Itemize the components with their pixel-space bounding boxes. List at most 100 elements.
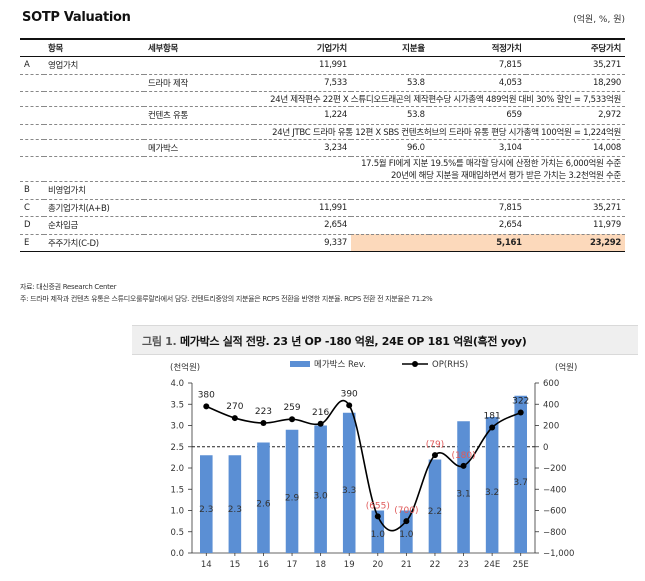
op-point	[317, 420, 324, 427]
right-tick-label: −600	[543, 507, 566, 517]
bar-label: 2.3	[199, 505, 213, 515]
row-item: 주주가치(C-D)	[48, 238, 99, 249]
op-point	[231, 415, 238, 422]
bar-rev	[342, 412, 356, 553]
op-label: 259	[283, 403, 300, 413]
bar-label: 3.3	[342, 486, 356, 496]
row-item	[44, 74, 144, 92]
row-note: 24년 JTBC 드라마 유통 12편 X SBS 컨텐츠허브의 드라마 유통 …	[272, 127, 621, 138]
op-label: 270	[226, 402, 243, 412]
left-tick-label: 2.0	[170, 464, 184, 474]
right-tick-label: −1,000	[543, 549, 574, 559]
bar-rev	[285, 429, 299, 553]
row-id: D	[24, 220, 31, 231]
row-value: 3,234	[324, 142, 347, 153]
row-id	[20, 107, 44, 125]
row-id	[20, 74, 44, 92]
x-tick-label: 19	[344, 560, 355, 570]
header-stake: 지분율	[402, 44, 425, 54]
x-tick-label: 20	[372, 560, 383, 570]
row-stake	[351, 199, 429, 217]
op-label: (79)	[426, 440, 444, 450]
left-tick-label: 1.5	[170, 485, 184, 495]
op-label: 223	[255, 407, 272, 417]
row-note-line: 20년에 해당 지분을 재매입하면서 평가 받은 가치는 3.2천억원 수준	[390, 171, 621, 181]
x-tick-label: 14	[201, 560, 212, 570]
figure-title-text: 메가박스 실적 전망. 23 년 OP -180 억원, 24E OP 181 …	[179, 335, 527, 348]
right-axis-label: (억원)	[555, 362, 577, 373]
left-tick-label: 1.0	[170, 507, 184, 517]
row-stake	[351, 217, 429, 235]
row-sub: 드라마 제작	[148, 78, 189, 89]
op-point	[346, 402, 353, 409]
right-tick-label: 400	[543, 400, 559, 410]
header-sub: 세부항목	[148, 44, 179, 54]
row-value: 11,991	[319, 202, 347, 213]
table-note-row: 24년 제작편수 22편 X 스튜디오드래곤의 제작편수당 시가총액 489억원…	[20, 92, 625, 107]
right-tick-label: −400	[543, 485, 566, 495]
row-sub	[144, 234, 254, 252]
legend-label-rev: 메가박스 Rev.	[314, 359, 366, 370]
row-fair: 5,161	[428, 234, 526, 252]
row-per-share: 35,271	[593, 202, 621, 213]
row-sub: 컨텐츠 유통	[148, 111, 189, 122]
sotp-header-row: 항목 세부항목 기업가치 지분율 적정가치 주당가치	[20, 39, 625, 57]
op-point	[460, 462, 467, 469]
row-stake	[351, 182, 429, 200]
row-per-share	[526, 182, 625, 200]
header-fair: 적정가치	[491, 44, 522, 54]
right-tick-label: 600	[543, 379, 559, 389]
bar-rev	[457, 421, 470, 553]
right-tick-label: −200	[543, 464, 566, 474]
legend-label-op: OP(RHS)	[432, 360, 468, 370]
x-tick-label: 18	[315, 560, 326, 570]
figure-label: 그림 1.	[142, 335, 177, 348]
row-sub: 메가박스	[148, 143, 179, 154]
op-line	[205, 400, 522, 532]
table-row: B 비영업가치	[20, 182, 625, 200]
legend-marker-op	[412, 361, 418, 367]
row-id: B	[24, 185, 30, 196]
bar-label: 3.0	[313, 492, 328, 502]
right-tick-label: −800	[543, 528, 566, 538]
row-note-line: 17.5월 FI에게 지분 19.5%를 매각할 당시에 산정한 가치는 6,0…	[361, 159, 621, 169]
header-per-share: 주당가치	[590, 44, 621, 54]
header-id	[20, 39, 44, 57]
op-point	[260, 420, 267, 427]
row-stake: 53.8	[407, 77, 425, 88]
header-value: 기업가치	[316, 44, 347, 54]
table-row: E 주주가치(C-D) 9,337 5,161 23,292	[20, 234, 625, 252]
left-tick-label: 3.0	[170, 422, 184, 432]
footnote: 주: 드라마 제작과 컨텐츠 유통은 스튜디오룰루랄라에서 담당. 컨텐트리중앙…	[20, 295, 433, 303]
bar-label: 1.0	[399, 530, 414, 540]
row-stake: 96.0	[407, 142, 425, 153]
figure-header: 그림 1. 메가박스 실적 전망. 23 년 OP -180 억원, 24E O…	[132, 325, 638, 355]
bar-label: 3.1	[456, 490, 470, 500]
x-tick-label: 25E	[513, 560, 529, 570]
row-item	[44, 139, 144, 157]
op-label: 216	[312, 408, 329, 418]
op-label: (655)	[366, 501, 390, 511]
bar-rev	[485, 417, 499, 553]
op-point	[431, 452, 438, 459]
row-value: 1,224	[324, 110, 347, 121]
left-axis-label: (천억원)	[170, 362, 200, 373]
table-note-row: 17.5월 FI에게 지분 19.5%를 매각할 당시에 산정한 가치는 6,0…	[20, 157, 625, 182]
row-value: 9,337	[324, 237, 347, 248]
row-per-share: 2,972	[598, 110, 621, 121]
row-note: 24년 제작편수 22편 X 스튜디오드래곤의 제작편수당 시가총액 489억원…	[270, 95, 621, 105]
right-tick-label: 200	[543, 422, 559, 432]
bar-label: 1.0	[371, 530, 386, 540]
left-tick-label: 4.0	[170, 379, 184, 389]
x-tick-label: 16	[258, 560, 269, 570]
op-label: 390	[341, 389, 358, 399]
table-row: D 순차입금 2,654 2,654 11,979	[20, 217, 625, 235]
row-per-share: 35,271	[593, 60, 621, 71]
bar-rev	[514, 395, 527, 553]
bar-label: 2.6	[256, 499, 271, 509]
op-point	[374, 513, 381, 520]
row-fair: 659	[506, 110, 522, 121]
left-tick-label: 0.5	[170, 528, 184, 538]
row-per-share: 18,290	[593, 77, 621, 88]
left-tick-label: 3.5	[170, 400, 184, 410]
